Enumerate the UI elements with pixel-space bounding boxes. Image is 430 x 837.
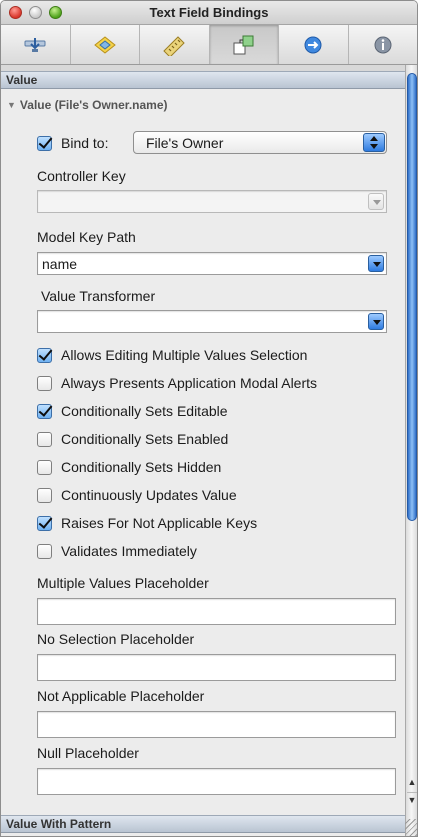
value-transformer-combo[interactable] [37, 310, 387, 333]
placeholder-label: No Selection Placeholder [37, 631, 195, 647]
value-transformer-label: Value Transformer [41, 288, 156, 304]
inspector-toolbar [1, 25, 417, 65]
scrollbar-thumb[interactable] [407, 73, 417, 521]
option-checkbox-allows-editing[interactable] [37, 348, 52, 363]
combo-arrow-icon[interactable] [368, 313, 384, 330]
option-label: Conditionally Sets Editable [61, 403, 228, 419]
scroll-up-arrow-icon[interactable]: ▲ [407, 775, 417, 789]
option-label: Conditionally Sets Hidden [61, 459, 222, 475]
scroll-down-arrow-icon[interactable]: ▼ [407, 792, 417, 806]
option-label: Always Presents Application Modal Alerts [61, 375, 318, 391]
bind-to-checkbox[interactable] [37, 136, 52, 151]
combo-arrow-icon[interactable] [368, 193, 384, 210]
title-bar[interactable]: Text Field Bindings [1, 1, 417, 25]
model-key-path-value: name [42, 256, 78, 272]
multiple-values-placeholder-field[interactable] [37, 598, 396, 625]
bind-target-value: File's Owner [146, 135, 224, 151]
model-key-path-combo[interactable]: name [37, 252, 387, 275]
option-checkbox-sets-editable[interactable] [37, 404, 52, 419]
option-checkbox-sets-enabled[interactable] [37, 432, 52, 447]
connections-arrow-icon [304, 36, 322, 53]
option-label: Continuously Updates Value [61, 487, 237, 503]
placeholder-label: Null Placeholder [37, 745, 139, 761]
model-key-path-label: Model Key Path [37, 229, 136, 245]
option-label: Raises For Not Applicable Keys [61, 515, 258, 531]
bind-to-label: Bind to: [61, 135, 109, 151]
tab-effects[interactable] [71, 25, 140, 64]
bindings-icon [233, 35, 254, 54]
popup-arrows-icon [363, 133, 385, 152]
controller-key-combo[interactable] [37, 190, 387, 213]
placeholder-label: Not Applicable Placeholder [37, 688, 205, 704]
tab-size[interactable] [140, 25, 210, 64]
option-checkbox-sets-hidden[interactable] [37, 460, 52, 475]
size-ruler-icon [163, 35, 185, 56]
effects-icon [93, 35, 116, 54]
tab-attributes[interactable] [1, 25, 71, 64]
tab-identity[interactable] [349, 25, 418, 64]
section-header-value[interactable]: Value [1, 71, 405, 89]
bind-target-popup[interactable]: File's Owner [133, 131, 387, 154]
option-checkbox-validates-immediately[interactable] [37, 544, 52, 559]
option-checkbox-raises-not-applicable[interactable] [37, 516, 52, 531]
resize-grip-icon[interactable] [405, 819, 417, 836]
disclosure-triangle-icon[interactable]: ▼ [7, 100, 16, 110]
option-label: Allows Editing Multiple Values Selection [61, 347, 308, 363]
bindings-content: ▼ Value (File's Owner.name) Bind to: File… [1, 90, 405, 815]
placeholder-label: Multiple Values Placeholder [37, 575, 209, 591]
window-title: Text Field Bindings [149, 5, 269, 20]
null-placeholder-field[interactable] [37, 768, 396, 795]
value-disclosure[interactable]: ▼ Value (File's Owner.name) [7, 98, 168, 112]
tab-connections[interactable] [279, 25, 349, 64]
option-checkbox-continuously-updates[interactable] [37, 488, 52, 503]
tab-bindings[interactable] [209, 25, 279, 64]
option-label: Validates Immediately [61, 543, 197, 559]
combo-arrow-icon[interactable] [368, 255, 384, 272]
controller-key-label: Controller Key [37, 168, 126, 184]
option-checkbox-modal-alerts[interactable] [37, 376, 52, 391]
section-header-value-with-pattern[interactable]: Value With Pattern [1, 815, 405, 833]
attributes-icon [24, 37, 46, 52]
option-label: Conditionally Sets Enabled [61, 431, 229, 447]
not-applicable-placeholder-field[interactable] [37, 711, 396, 738]
vertical-scrollbar[interactable]: ▲ ▼ [405, 65, 417, 836]
identity-info-icon [374, 36, 392, 53]
no-selection-placeholder-field[interactable] [37, 654, 396, 681]
disclosure-label: Value (File's Owner.name) [19, 98, 168, 112]
inspector-window: Text Field Bindings Value ▼ Value (File'… [0, 0, 418, 837]
